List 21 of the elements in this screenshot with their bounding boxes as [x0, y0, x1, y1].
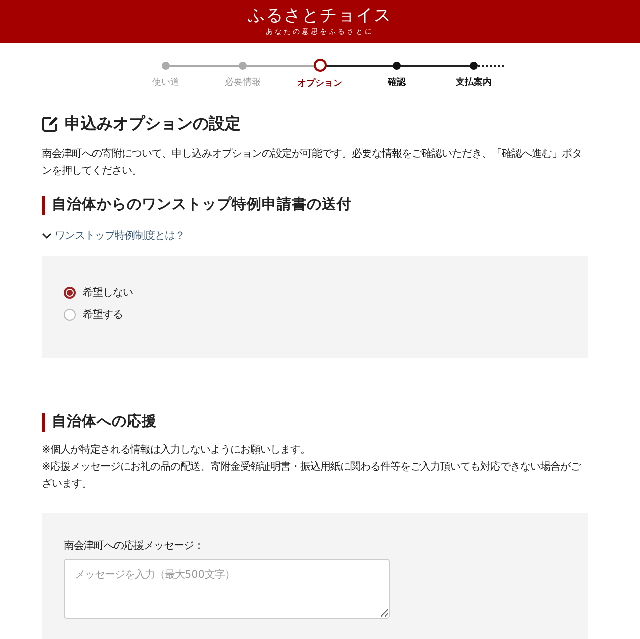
radio-option[interactable]: 希望しない — [64, 286, 133, 300]
radio-button[interactable] — [64, 287, 76, 299]
message-field[interactable]: メッセージを入力（最大500文字） — [64, 559, 390, 619]
site-logo[interactable]: ふるさとチョイス — [248, 6, 392, 26]
step-label: 必要情報 — [225, 76, 261, 89]
note-text: ※個人が特定される情報は入力しないようにお願いします。 — [42, 443, 312, 458]
section-heading: 自治体からのワンストップ特例申請書の送付 — [42, 196, 588, 215]
radio-button[interactable] — [64, 309, 76, 321]
step-label: 支払案内 — [456, 76, 492, 89]
section-heading: 自治体への応援 — [42, 413, 588, 432]
page-title: 申込みオプションの設定 — [65, 114, 241, 134]
step-label: 確認 — [388, 76, 406, 89]
step-label: オプション — [298, 77, 342, 90]
toggle-link[interactable]: ワンストップ特例制度とは？ — [42, 229, 588, 243]
edit-icon — [42, 116, 59, 132]
chevron-down-icon — [42, 232, 52, 240]
step-label: 使い道 — [152, 76, 180, 89]
field-label: 南会津町への応援メッセージ： — [64, 539, 205, 553]
intro-text: 南会津町への寄附について、申し込みオプションの設定が可能です。必要な情報をご確認いただき、「確認へ進む」ボタンを押してください。 — [42, 147, 583, 179]
note-text: ※応援メッセージにお礼の品の配送、寄附金受領証明書・振込用紙に関わる件等をご入力頂いても対応できない場合がございます。 — [42, 460, 582, 492]
radio-option[interactable]: 希望する — [64, 308, 123, 322]
